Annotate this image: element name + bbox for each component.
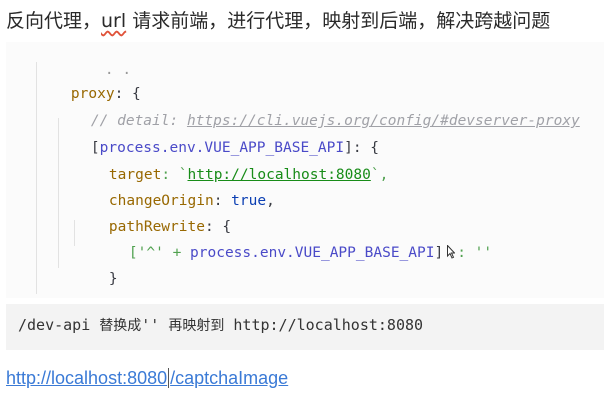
code-line-rewrite-rule: ['^' + process.env.VUE_APP_BASE_API] : '' bbox=[94, 217, 492, 261]
rewrite-rule-env: process.env.VUE_APP_BASE_API bbox=[190, 245, 435, 261]
code-block: . . proxy: { // detail: https://cli.vuej… bbox=[6, 42, 604, 298]
rewrite-rule-target: : '' bbox=[457, 245, 493, 261]
replace-path: /dev-api bbox=[18, 316, 100, 334]
code-line-change-origin: changeOrigin: true, bbox=[74, 165, 275, 209]
page-heading: 反向代理，url 请求前端，进行代理，映射到后端，解决跨越问题 bbox=[6, 6, 550, 33]
heading-text-after: 请求前端，进行代理，映射到后端，解决跨越问题 bbox=[126, 10, 551, 32]
captcha-link-host: http://localhost:8080 bbox=[6, 368, 168, 388]
replace-quotes: '' bbox=[141, 316, 169, 334]
code-line-path-rewrite: pathRewrite: { bbox=[74, 191, 231, 235]
code-line-target: target: `http://localhost:8080`, bbox=[74, 139, 388, 183]
text-cursor bbox=[168, 368, 170, 388]
replace-label-replace: 替换成 bbox=[99, 318, 142, 334]
captcha-link-path: /captchaImage bbox=[170, 368, 289, 388]
code-line-env-key: [process.env.VUE_APP_BASE_API]: { bbox=[56, 112, 379, 156]
mouse-cursor-icon bbox=[447, 243, 456, 259]
replace-note-text: /dev-api 替换成'' 再映射到 http://localhost:808… bbox=[18, 315, 423, 335]
code-line-comment: // detail: https://cli.vuejs.org/config/… bbox=[56, 85, 580, 129]
replace-label-remap: 再映射到 bbox=[168, 318, 225, 334]
replace-url: http://localhost:8080 bbox=[224, 316, 424, 334]
code-line-partial: . . bbox=[70, 42, 131, 78]
close-brace-outer: } bbox=[91, 297, 100, 298]
target-end: `, bbox=[370, 167, 389, 183]
code-line-proxy: proxy: { bbox=[36, 58, 141, 102]
heading-url-word: url bbox=[101, 10, 127, 32]
replace-note-box: /dev-api 替换成'' 再映射到 http://localhost:808… bbox=[6, 304, 604, 350]
captcha-image-link[interactable]: http://localhost:8080/captchaImage bbox=[6, 368, 288, 389]
change-origin-end: , bbox=[266, 193, 275, 209]
code-line-close-outer: } bbox=[56, 269, 100, 298]
rewrite-rule-prefix: ['^' + bbox=[128, 245, 191, 261]
code-line-close-inner: } bbox=[74, 243, 118, 287]
rewrite-rule-bracket: ] bbox=[434, 245, 444, 261]
change-origin-value: true bbox=[231, 193, 267, 209]
heading-text-before: 反向代理， bbox=[6, 10, 102, 32]
close-brace-inner: } bbox=[108, 271, 118, 287]
